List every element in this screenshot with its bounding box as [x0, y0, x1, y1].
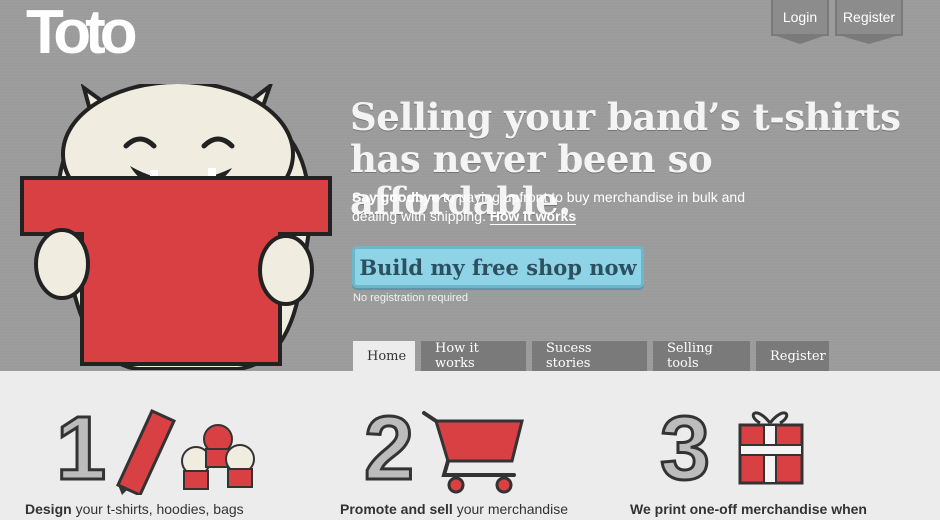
hero-section: Toto Login Register Selling your band’s …: [0, 0, 940, 371]
step-3-text: We print one-off merchandise when: [630, 501, 867, 517]
svg-text:3: 3: [660, 399, 710, 495]
register-button[interactable]: Register: [835, 0, 903, 44]
tab-selling-tools[interactable]: Selling tools: [653, 341, 750, 371]
svg-text:2: 2: [364, 399, 414, 495]
design-pencil-icon: 1: [56, 399, 255, 495]
login-button[interactable]: Login: [771, 0, 829, 44]
tab-register[interactable]: Register: [756, 341, 829, 371]
tab-home[interactable]: Home: [353, 341, 415, 371]
shopping-cart-icon: 2: [364, 399, 524, 495]
build-shop-button[interactable]: Build my free shop now: [352, 246, 644, 288]
step-2-text: Promote and sell your merchandise: [340, 501, 568, 517]
gift-box-icon: 3: [660, 399, 804, 495]
how-it-works-link[interactable]: How it works: [489, 208, 577, 225]
logo[interactable]: Toto: [26, 2, 138, 64]
svg-text:1: 1: [56, 399, 106, 495]
nav-tabs: Home How it works Sucess stories Selling…: [353, 341, 829, 371]
monster-mascot-illustration: [20, 84, 332, 370]
hero-subtext: Say goodbye to paying upfront to buy mer…: [352, 189, 746, 225]
cta-note: No registration required: [353, 292, 468, 304]
tab-how-it-works[interactable]: How it works: [421, 341, 526, 371]
tab-success-stories[interactable]: Sucess stories: [532, 341, 647, 371]
step-1-text: Design your t-shirts, hoodies, bags: [25, 501, 244, 517]
steps-section: 1 Design your t-shirts, hoodies, bags 2 …: [0, 371, 940, 520]
